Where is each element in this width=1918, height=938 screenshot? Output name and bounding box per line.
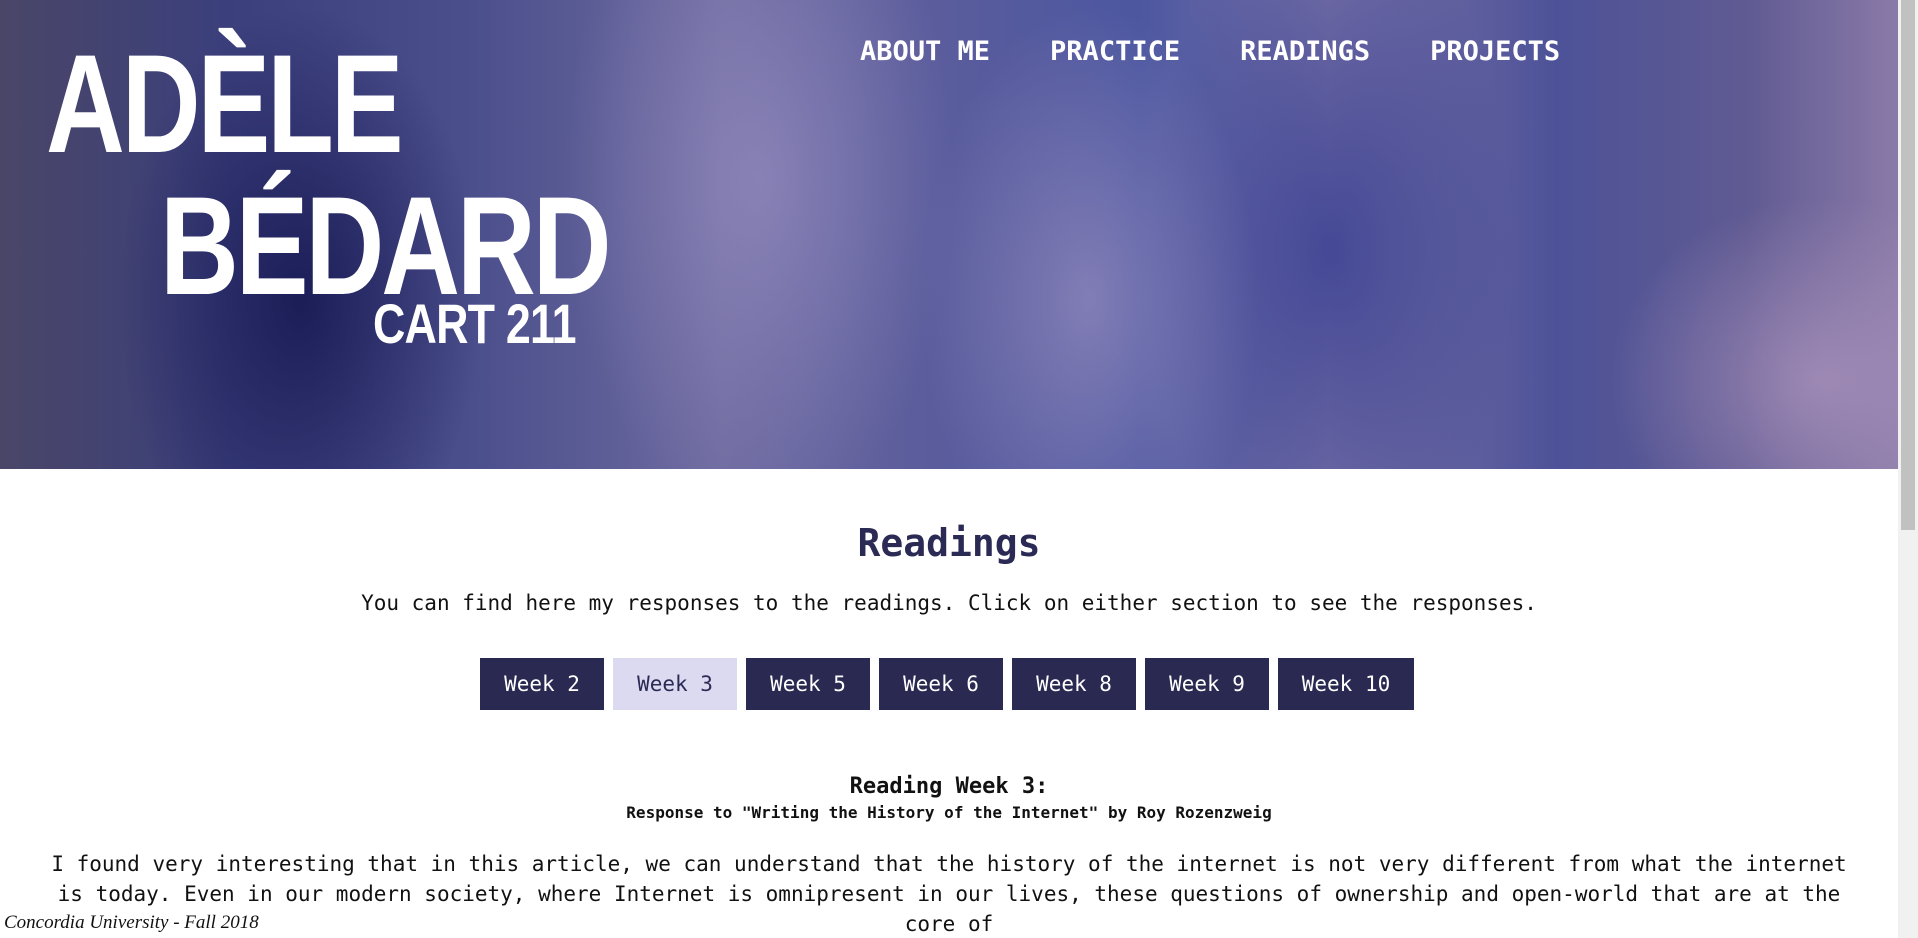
site-title-first-name: ADÈLE: [46, 25, 404, 182]
nav-about-me[interactable]: ABOUT ME: [860, 36, 990, 67]
intro-text: You can find here my responses to the re…: [361, 591, 1537, 615]
header-banner: ADÈLE BÉDARD CART 211 ABOUT ME PRACTICE …: [0, 0, 1898, 469]
nav-readings[interactable]: READINGS: [1240, 36, 1370, 67]
reading-subtitle: Response to "Writing the History of the …: [626, 803, 1272, 822]
nav-projects[interactable]: PROJECTS: [1430, 36, 1560, 67]
tab-week-5[interactable]: Week 5: [746, 658, 870, 710]
vertical-scrollbar[interactable]: [1898, 0, 1918, 938]
week-tabs: Week 2 Week 3 Week 5 Week 6 Week 8 Week …: [480, 658, 1423, 710]
tab-week-8[interactable]: Week 8: [1012, 658, 1136, 710]
main-nav: ABOUT ME PRACTICE READINGS PROJECTS: [860, 36, 1620, 67]
tab-week-3[interactable]: Week 3: [613, 658, 737, 710]
scrollbar-thumb[interactable]: [1901, 0, 1915, 530]
tab-week-9[interactable]: Week 9: [1145, 658, 1269, 710]
tab-week-10[interactable]: Week 10: [1278, 658, 1414, 710]
reading-title: Reading Week 3:: [849, 774, 1049, 799]
course-code: CART 211: [373, 292, 577, 355]
tab-week-6[interactable]: Week 6: [879, 658, 1003, 710]
page-title: Readings: [857, 521, 1041, 565]
reading-body-text: I found very interesting that in this ar…: [51, 852, 1847, 936]
tab-week-2[interactable]: Week 2: [480, 658, 604, 710]
nav-practice[interactable]: PRACTICE: [1050, 36, 1180, 67]
page: ADÈLE BÉDARD CART 211 ABOUT ME PRACTICE …: [0, 0, 1898, 938]
footer-text: Concordia University - Fall 2018: [4, 912, 259, 934]
